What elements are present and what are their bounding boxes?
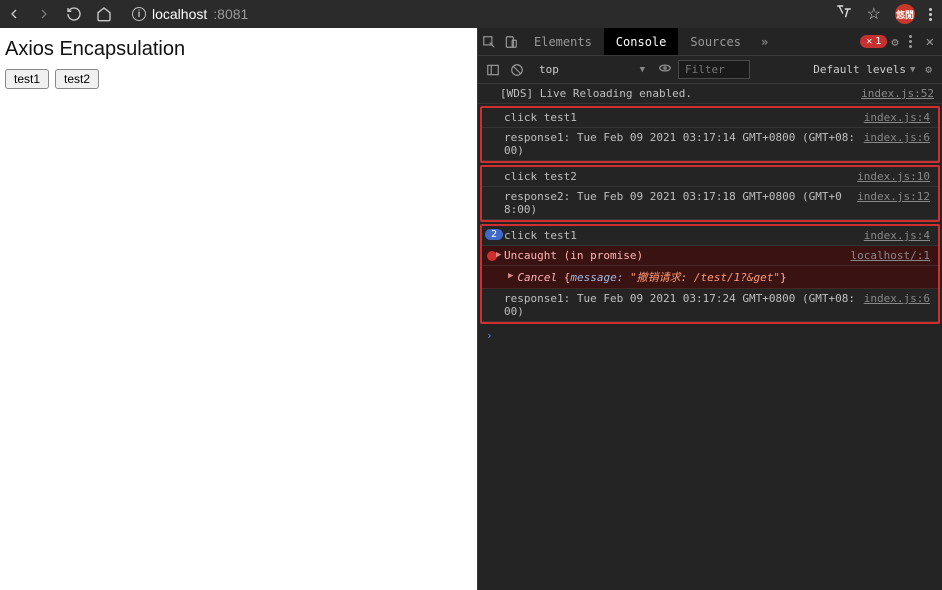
- clear-console-icon[interactable]: [508, 63, 526, 77]
- url-bar[interactable]: i localhost :8081: [124, 6, 823, 22]
- error-count-badge[interactable]: ✕1: [860, 35, 887, 48]
- button-row: test1 test2: [5, 69, 99, 89]
- back-icon[interactable]: [6, 6, 22, 22]
- log-message: [WDS] Live Reloading enabled.: [500, 87, 853, 100]
- chevron-down-icon: ▼: [910, 65, 915, 75]
- menu-icon[interactable]: [929, 8, 932, 21]
- profile-avatar[interactable]: 悠閒: [895, 4, 915, 24]
- log-row: response1: Tue Feb 09 2021 03:17:14 GMT+…: [482, 128, 938, 161]
- translate-icon[interactable]: [835, 3, 853, 26]
- filter-input[interactable]: [678, 60, 750, 79]
- log-source[interactable]: index.js:52: [861, 87, 934, 100]
- log-source[interactable]: index.js:6: [864, 131, 930, 144]
- devtools-tabs: Elements Console Sources » ✕1 ⚙ ✕: [478, 28, 942, 56]
- log-levels-selector[interactable]: Default levels ▼: [813, 63, 915, 76]
- page-content: Axios Encapsulation test1 test2: [0, 28, 477, 590]
- expand-caret-icon[interactable]: ▶: [496, 250, 501, 260]
- levels-label: Default levels: [813, 63, 906, 76]
- log-source[interactable]: index.js:12: [857, 190, 930, 203]
- context-selector[interactable]: top ▼: [532, 60, 652, 79]
- log-group: click test2 index.js:10 response2: Tue F…: [480, 165, 940, 222]
- error-object-row: ▶ Cancel {message: "撤销请求: /test/1?&get"}: [482, 266, 938, 289]
- tab-sources[interactable]: Sources: [678, 28, 753, 55]
- log-message: response1: Tue Feb 09 2021 03:17:14 GMT+…: [504, 131, 856, 157]
- console-toolbar: top ▼ Default levels ▼ ⚙: [478, 56, 942, 84]
- tab-elements[interactable]: Elements: [522, 28, 604, 55]
- log-source[interactable]: index.js:10: [857, 170, 930, 183]
- log-row: response2: Tue Feb 09 2021 03:17:18 GMT+…: [482, 187, 938, 220]
- devtools-menu-icon[interactable]: [903, 35, 918, 48]
- site-info-icon[interactable]: i: [132, 7, 146, 21]
- log-source[interactable]: index.js:6: [864, 292, 930, 305]
- bookmark-icon[interactable]: ☆: [867, 4, 881, 24]
- home-icon[interactable]: [96, 6, 112, 22]
- devtools-panel: Elements Console Sources » ✕1 ⚙ ✕ top ▼ D…: [477, 28, 942, 590]
- url-host: localhost: [152, 6, 207, 22]
- log-group: click test1 index.js:4 ▶ Uncaught (in pr…: [480, 224, 940, 324]
- test2-button[interactable]: test2: [55, 69, 99, 89]
- toolbar-right: ☆ 悠閒: [835, 3, 936, 26]
- log-source[interactable]: index.js:4: [864, 229, 930, 242]
- url-port: :8081: [213, 6, 248, 22]
- console-settings-icon[interactable]: ⚙: [921, 63, 936, 76]
- console-logs: [WDS] Live Reloading enabled. index.js:5…: [478, 84, 942, 590]
- inspect-icon[interactable]: [478, 35, 500, 49]
- log-group: click test1 index.js:4 response1: Tue Fe…: [480, 106, 940, 163]
- live-expression-icon[interactable]: [658, 61, 672, 78]
- browser-toolbar: i localhost :8081 ☆ 悠閒: [0, 0, 942, 28]
- context-label: top: [539, 63, 559, 76]
- log-row: response1: Tue Feb 09 2021 03:17:24 GMT+…: [482, 289, 938, 322]
- reload-icon[interactable]: [66, 6, 82, 22]
- log-row: click test2 index.js:10: [482, 167, 938, 187]
- error-object: Cancel {message: "撤销请求: /test/1?&get"}: [517, 269, 786, 285]
- console-prompt[interactable]: ›: [478, 326, 942, 345]
- sidebar-toggle-icon[interactable]: [484, 63, 502, 77]
- close-devtools-icon[interactable]: ✕: [918, 34, 942, 50]
- log-message: click test1: [504, 229, 856, 242]
- log-message: Uncaught (in promise): [504, 249, 843, 262]
- log-message: click test1: [504, 111, 856, 124]
- content-split: Axios Encapsulation test1 test2 Elements…: [0, 28, 942, 590]
- tabs-overflow-icon[interactable]: »: [753, 35, 776, 49]
- page-title: Axios Encapsulation: [5, 38, 185, 61]
- log-message: response2: Tue Feb 09 2021 03:17:18 GMT+…: [504, 190, 849, 216]
- test1-button[interactable]: test1: [5, 69, 49, 89]
- log-row-error: ▶ Uncaught (in promise) localhost/:1: [482, 246, 938, 266]
- forward-icon[interactable]: [36, 6, 52, 22]
- log-source[interactable]: localhost/:1: [851, 249, 930, 262]
- log-row: [WDS] Live Reloading enabled. index.js:5…: [478, 84, 942, 104]
- log-message: click test2: [504, 170, 849, 183]
- log-row: click test1 index.js:4: [482, 226, 938, 246]
- device-icon[interactable]: [500, 35, 522, 49]
- log-message: response1: Tue Feb 09 2021 03:17:24 GMT+…: [504, 292, 856, 318]
- error-count: 1: [875, 36, 881, 47]
- nav-buttons: [6, 6, 112, 22]
- chevron-down-icon: ▼: [640, 65, 645, 75]
- expand-caret-icon[interactable]: ▶: [508, 271, 513, 281]
- tab-console[interactable]: Console: [604, 28, 679, 55]
- settings-icon[interactable]: ⚙: [887, 35, 902, 49]
- log-row: click test1 index.js:4: [482, 108, 938, 128]
- log-source[interactable]: index.js:4: [864, 111, 930, 124]
